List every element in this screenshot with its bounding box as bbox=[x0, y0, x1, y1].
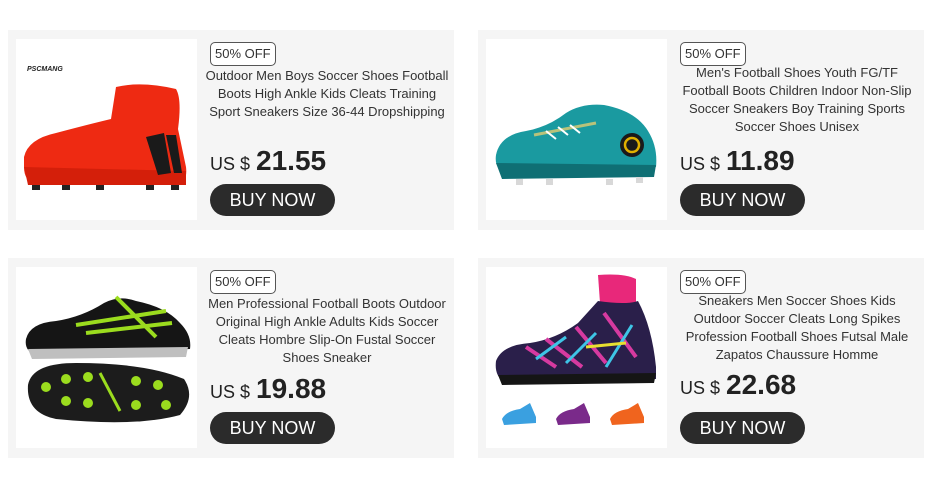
discount-badge: 50% OFF bbox=[680, 270, 746, 294]
price-amount: 11.89 bbox=[726, 145, 795, 176]
discount-badge: 50% OFF bbox=[210, 42, 276, 66]
product-card[interactable]: 50% OFF Sneakers Men Soccer Shoes Kids O… bbox=[478, 258, 924, 458]
product-image[interactable] bbox=[16, 267, 197, 448]
product-title[interactable]: Men Professional Football Boots Outdoor … bbox=[205, 295, 449, 367]
product-title[interactable]: Outdoor Men Boys Soccer Shoes Football B… bbox=[205, 67, 449, 121]
product-image[interactable] bbox=[486, 39, 667, 220]
price-amount: 22.68 bbox=[726, 369, 797, 400]
buy-now-button[interactable]: BUY NOW bbox=[210, 412, 335, 444]
red-soccer-boot-icon: PSCMANG bbox=[24, 66, 187, 190]
buy-now-button[interactable]: BUY NOW bbox=[680, 184, 805, 216]
product-image[interactable]: PSCMANG bbox=[16, 39, 197, 220]
currency-label: US $ bbox=[680, 154, 721, 174]
currency-label: US $ bbox=[680, 378, 721, 398]
product-image[interactable] bbox=[486, 267, 667, 448]
product-title[interactable]: Men's Football Shoes Youth FG/TF Footbal… bbox=[675, 64, 919, 136]
product-card[interactable]: PSCMANG 50% OFF Outdoor Men Boys Soccer … bbox=[8, 30, 454, 230]
price-amount: 21.55 bbox=[256, 145, 327, 176]
price: US $21.55 bbox=[210, 144, 326, 178]
price-amount: 19.88 bbox=[256, 373, 327, 404]
price: US $11.89 bbox=[680, 144, 795, 178]
discount-badge: 50% OFF bbox=[680, 42, 746, 66]
currency-label: US $ bbox=[210, 154, 251, 174]
buy-now-button[interactable]: BUY NOW bbox=[680, 412, 805, 444]
discount-badge: 50% OFF bbox=[210, 270, 276, 294]
black-neon-soccer-cleat-icon bbox=[25, 295, 191, 423]
price: US $22.68 bbox=[680, 368, 796, 402]
product-card[interactable]: 50% OFF Men's Football Shoes Youth FG/TF… bbox=[478, 30, 924, 230]
brand-logo: PSCMANG bbox=[27, 66, 63, 73]
currency-label: US $ bbox=[210, 382, 251, 402]
teal-soccer-cleat-icon bbox=[495, 104, 657, 185]
multicolor-soccer-boot-icon bbox=[495, 274, 656, 425]
product-card[interactable]: 50% OFF Men Professional Football Boots … bbox=[8, 258, 454, 458]
product-title[interactable]: Sneakers Men Soccer Shoes Kids Outdoor S… bbox=[675, 292, 919, 364]
price: US $19.88 bbox=[210, 372, 326, 406]
buy-now-button[interactable]: BUY NOW bbox=[210, 184, 335, 216]
